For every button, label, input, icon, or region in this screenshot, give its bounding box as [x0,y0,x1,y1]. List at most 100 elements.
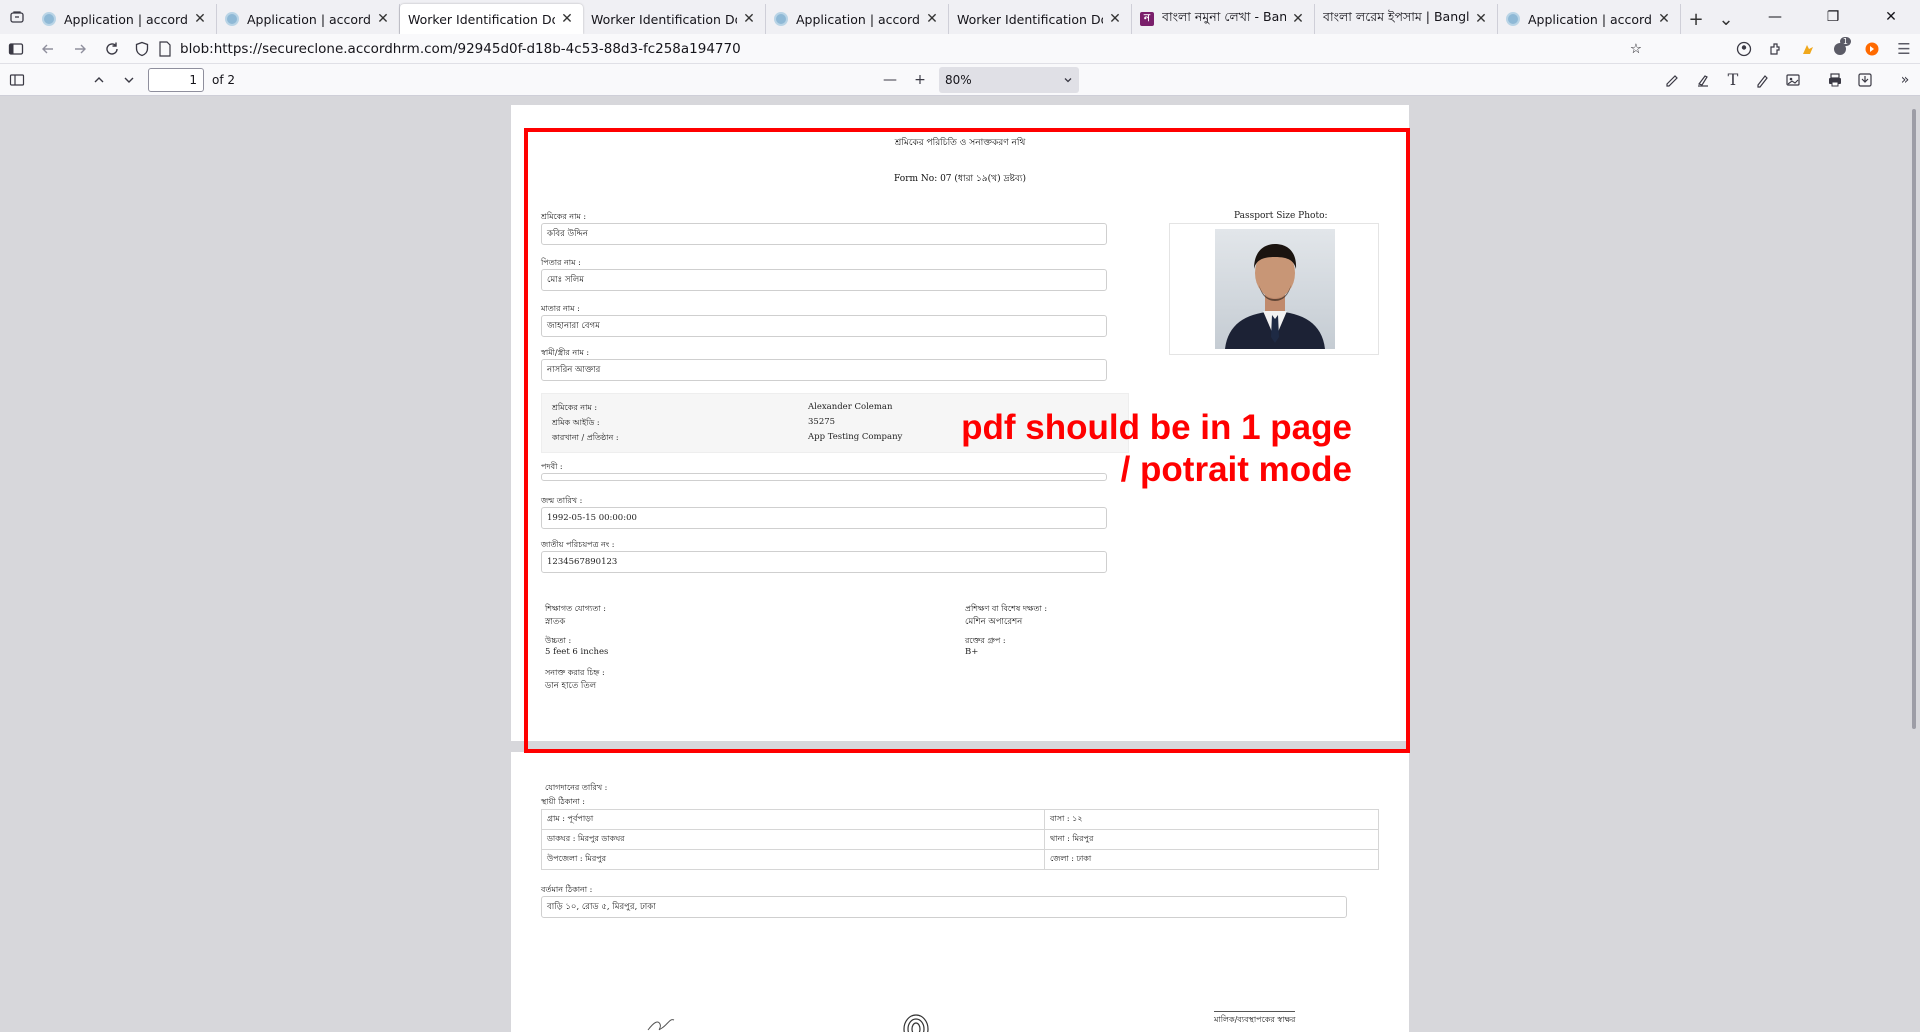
close-tab-icon[interactable]: ✕ [375,11,391,27]
zoom-out-button[interactable]: — [875,66,905,94]
address-house: বাসা : ১২ [1044,809,1379,830]
chevron-down-icon [1064,77,1072,82]
edit-signature-icon[interactable] [1658,66,1688,94]
tab-title: Application | accordHRM [1528,11,1652,27]
sidebar-icon [9,73,25,86]
chevron-up-icon [94,76,104,82]
close-tab-icon[interactable]: ✕ [1656,11,1672,27]
restore-icon[interactable]: ❐ [1804,0,1862,34]
yellow-extension-icon[interactable] [1792,35,1824,63]
table-row: গ্রাম : পূর্বপাড়া বাসা : ১২ [541,809,1379,830]
download-icon[interactable] [1850,66,1880,94]
pdf-page-2: যোগদানের তারিখ : স্থায়ী ঠিকানা : গ্রাম … [511,752,1409,1032]
menu-icon[interactable]: ☰ [1888,35,1920,63]
present-address-field: বাড়ি ১০, রোড ৫, মিরপুর, ঢাকা [541,896,1347,918]
shield-icon[interactable] [134,41,150,57]
tab-2[interactable]: Worker Identification Document✕ [400,4,583,34]
address-district: জেলা : ঢাকা [1044,849,1379,870]
close-tab-icon[interactable]: ✕ [559,11,575,27]
tab-title: Application | accordHRM [64,11,188,27]
tab-3[interactable]: Worker Identification Document✕ [583,4,766,34]
close-tab-icon[interactable]: ✕ [924,11,940,27]
fingerprint-icon [903,1014,929,1032]
scrollbar[interactable] [1912,109,1916,729]
close-window-icon[interactable]: ✕ [1862,0,1920,34]
annotation-highlight-box [524,128,1410,753]
extension-with-badge-icon[interactable]: 1 [1824,35,1856,63]
tab-4[interactable]: Application | accordHRM✕ [766,4,949,34]
globe-icon [42,12,56,26]
owner-signature-label: মালিক/ব্যবস্থাপকের স্বাক্ষর [1214,1011,1296,1027]
letter-n-icon: ন [1140,12,1154,26]
zoom-select[interactable]: 80% [939,66,1080,93]
globe-icon [774,12,788,26]
draw-icon[interactable] [1748,66,1778,94]
zoom-in-button[interactable]: + [905,66,935,94]
account-icon[interactable] [1728,35,1760,63]
tab-title: Application | accordHRM [796,11,920,27]
page-count-label: of 2 [212,72,236,87]
page-number-input[interactable]: 1 [148,67,204,92]
tab-7[interactable]: বাংলা লরেম ইপসাম | Bangla ✕ [1315,4,1498,34]
close-tab-icon[interactable]: ✕ [1290,11,1306,27]
extension-badge: 1 [1839,36,1851,46]
image-icon[interactable] [1778,66,1808,94]
page-icon [159,40,171,57]
close-tab-icon[interactable]: ✕ [1473,11,1489,27]
arrow-left-icon [42,44,53,53]
text-tool-icon[interactable]: T [1718,66,1748,94]
toolbar-right: 1 ☰ [1728,35,1920,63]
print-icon[interactable] [1820,66,1850,94]
tab-title: বাংলা লরেম ইপসাম | Bangla [1323,9,1469,24]
tab-strip: Application | accordHRM✕Application | ac… [0,0,1920,34]
sidebar-toggle-button[interactable] [0,35,32,63]
address-post-office: ডাকঘর : মিরপুর ডাকঘর [541,829,1045,850]
next-page-button[interactable] [114,66,144,94]
highlight-icon[interactable] [1688,66,1718,94]
url-bar[interactable]: blob:https://secureclone.accordhrm.com/9… [128,36,1648,62]
forward-button[interactable] [64,35,96,63]
tab-overview-button[interactable] [0,0,34,34]
tab-title: Application | accordHRM [247,11,371,27]
chevron-down-icon [124,77,134,83]
back-button[interactable] [32,35,64,63]
table-row: উপজেলা : মিরপুর জেলা : ঢাকা [541,849,1379,870]
tab-title: Worker Identification Document [957,11,1103,27]
folder-icon [10,11,24,23]
tab-1[interactable]: Application | accordHRM✕ [217,4,400,34]
tab-0[interactable]: Application | accordHRM✕ [34,4,217,34]
tab-title: Worker Identification Document [591,11,737,27]
close-tab-icon[interactable]: ✕ [741,11,757,27]
reload-button[interactable] [96,35,128,63]
address-village: গ্রাম : পূর্বপাড়া [541,809,1045,830]
new-tab-button[interactable]: + [1681,4,1711,34]
table-row: ডাকঘর : মিরপুর ডাকঘর থানা : মিরপুর [541,829,1379,850]
address-police-station: থানা : মিরপুর [1044,829,1379,850]
zoom-value: 80% [945,72,972,87]
arrow-right-icon [75,44,86,53]
minimize-icon[interactable]: — [1746,0,1804,34]
extensions-icon[interactable] [1760,35,1792,63]
navigation-bar: blob:https://secureclone.accordhrm.com/9… [0,34,1920,64]
globe-icon [1506,12,1520,26]
close-tab-icon[interactable]: ✕ [192,11,208,27]
address-upazila: উপজেলা : মিরপুর [541,849,1045,870]
tab-list-button[interactable]: ⌄ [1711,4,1741,34]
permanent-address-table: গ্রাম : পূর্বপাড়া বাসা : ১২ ডাকঘর : মির… [541,809,1379,870]
url-text[interactable]: blob:https://secureclone.accordhrm.com/9… [180,41,741,57]
tab-5[interactable]: Worker Identification Document✕ [949,4,1132,34]
previous-page-button[interactable] [84,66,114,94]
tab-6[interactable]: ন বাংলা নমুনা লেখা - Bangla ✕ [1132,4,1315,34]
window-controls: — ❐ ✕ [1746,0,1920,34]
toggle-sidebar-button[interactable] [2,66,32,94]
join-date-label: যোগদানের তারিখ : [545,783,608,792]
globe-icon [225,12,239,26]
reload-icon [106,42,118,55]
sidebar-icon [8,42,24,55]
close-tab-icon[interactable]: ✕ [1107,11,1123,27]
orange-extension-icon[interactable] [1856,35,1888,63]
bookmark-star-icon[interactable]: ☆ [1630,41,1642,57]
tools-menu-icon[interactable]: » [1890,66,1920,94]
tab-8[interactable]: Application | accordHRM✕ [1498,4,1681,34]
permanent-address-label: স্থায়ী ঠিকানা : [541,797,585,806]
